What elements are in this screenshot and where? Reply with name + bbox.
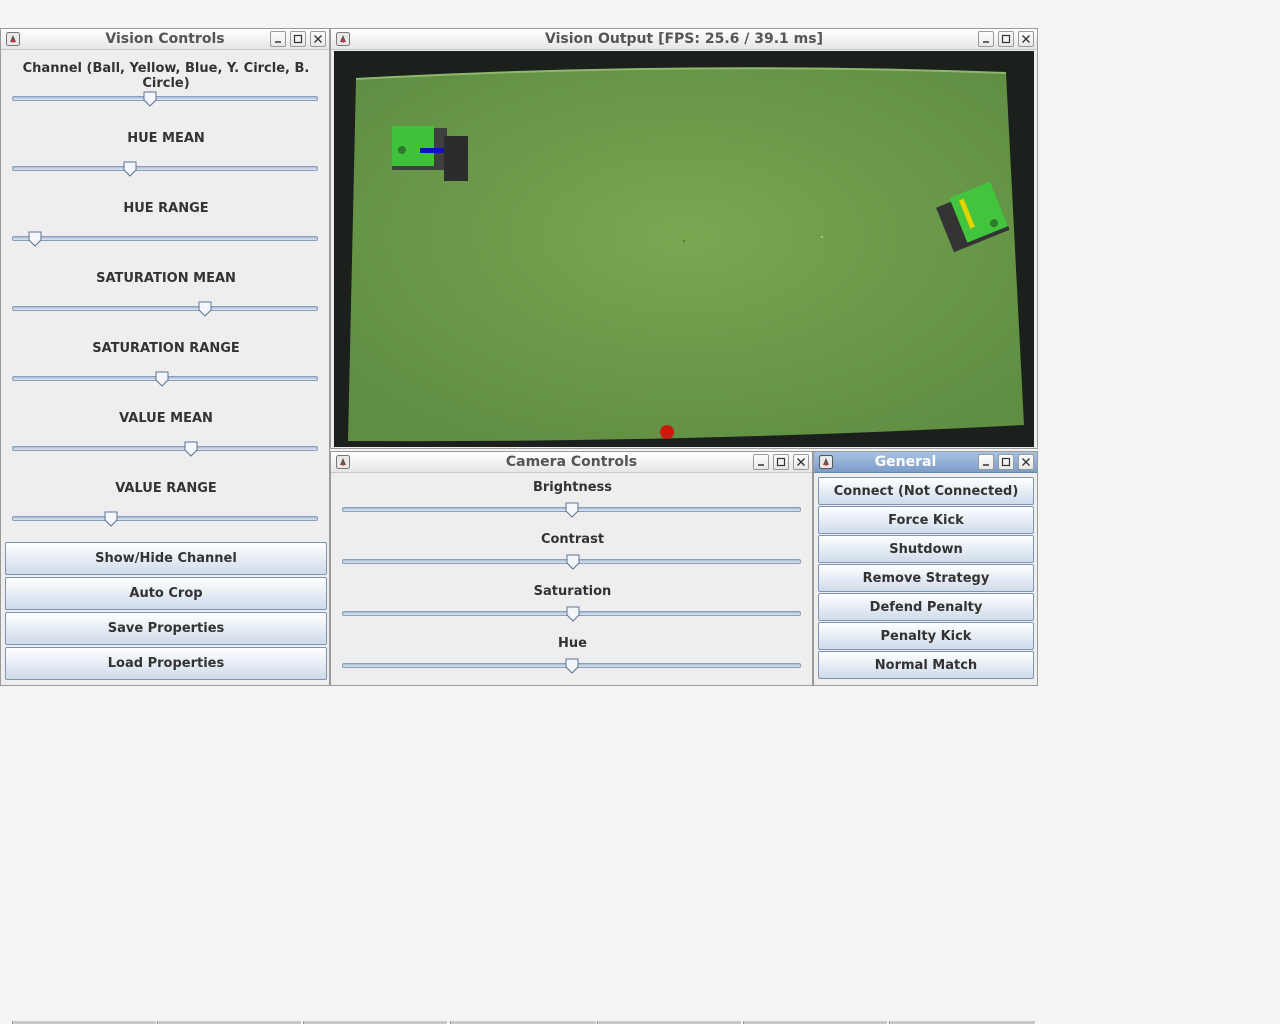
- channel-slider[interactable]: [12, 91, 318, 107]
- hue-slider[interactable]: [342, 658, 801, 674]
- close-icon[interactable]: [310, 31, 326, 47]
- maximize-icon[interactable]: [998, 454, 1014, 470]
- maximize-icon[interactable]: [290, 31, 306, 47]
- vision-controls-titlebar[interactable]: Vision Controls: [1, 29, 329, 50]
- show-hide-channel-button[interactable]: Show/Hide Channel: [5, 542, 327, 575]
- value-range-label: VALUE RANGE: [115, 481, 217, 496]
- maximize-icon[interactable]: [998, 31, 1014, 47]
- remove-strategy-button[interactable]: Remove Strategy: [818, 564, 1034, 592]
- general-titlebar[interactable]: General: [814, 452, 1037, 473]
- brightness-label: Brightness: [532, 480, 613, 495]
- contrast-slider[interactable]: [342, 554, 801, 570]
- load-properties-button[interactable]: Load Properties: [5, 647, 327, 680]
- minimize-icon[interactable]: [270, 31, 286, 47]
- save-properties-button[interactable]: Save Properties: [5, 612, 327, 645]
- saturation-range-label: SATURATION RANGE: [92, 341, 240, 356]
- channel-label: Channel (Ball, Yellow, Blue, Y. Circle, …: [22, 61, 310, 91]
- shutdown-button[interactable]: Shutdown: [818, 535, 1034, 563]
- slider-thumb[interactable]: [566, 606, 580, 622]
- minimize-icon[interactable]: [753, 454, 769, 470]
- slider-thumb[interactable]: [184, 441, 198, 457]
- slider-thumb[interactable]: [143, 91, 157, 107]
- saturation-mean-slider[interactable]: [12, 301, 318, 317]
- pitch-surface: [348, 68, 1024, 442]
- slider-thumb[interactable]: [123, 161, 137, 177]
- camera-controls-title: Camera Controls: [505, 454, 638, 470]
- slider-thumb[interactable]: [104, 511, 118, 527]
- saturation-slider[interactable]: [342, 606, 801, 622]
- force-kick-button[interactable]: Force Kick: [818, 506, 1034, 534]
- slider-thumb[interactable]: [565, 502, 579, 518]
- close-icon[interactable]: [1018, 454, 1034, 470]
- minimize-icon[interactable]: [978, 31, 994, 47]
- slider-thumb[interactable]: [155, 371, 169, 387]
- auto-crop-button[interactable]: Auto Crop: [5, 577, 327, 610]
- saturation-range-slider[interactable]: [12, 371, 318, 387]
- brightness-slider[interactable]: [342, 502, 801, 518]
- normal-match-button[interactable]: Normal Match: [818, 651, 1034, 679]
- camera-controls-window: Camera Controls Brightness Contrast Satu…: [330, 451, 813, 686]
- vision-output-titlebar[interactable]: Vision Output [FPS: 25.6 / 39.1 ms]: [331, 29, 1037, 50]
- slider-thumb[interactable]: [565, 658, 579, 674]
- vision-controls-window: Vision Controls Channel (Ball, Yellow, B…: [0, 28, 330, 686]
- general-window: General Connect (Not Connected) Force Ki…: [813, 451, 1038, 686]
- blue-marker: [420, 148, 446, 153]
- slider-thumb[interactable]: [28, 231, 42, 247]
- hue-range-label: HUE RANGE: [123, 201, 209, 216]
- saturation-label: Saturation: [533, 584, 612, 599]
- vision-output-title: Vision Output [FPS: 25.6 / 39.1 ms]: [544, 31, 823, 47]
- camera-feed[interactable]: [334, 51, 1034, 447]
- value-mean-label: VALUE MEAN: [119, 411, 213, 426]
- ball: [660, 425, 674, 439]
- penalty-kick-button[interactable]: Penalty Kick: [818, 622, 1034, 650]
- saturation-mean-label: SATURATION MEAN: [96, 271, 236, 286]
- vision-output-window: Vision Output [FPS: 25.6 / 39.1 ms]: [330, 28, 1038, 449]
- slider-thumb[interactable]: [566, 554, 580, 570]
- camera-controls-titlebar[interactable]: Camera Controls: [331, 452, 812, 473]
- value-mean-slider[interactable]: [12, 441, 318, 457]
- value-range-slider[interactable]: [12, 511, 318, 527]
- minimize-icon[interactable]: [978, 454, 994, 470]
- hue-mean-slider[interactable]: [12, 161, 318, 177]
- connect-button[interactable]: Connect (Not Connected): [818, 477, 1034, 505]
- pitch-image: [334, 51, 1034, 447]
- contrast-label: Contrast: [540, 532, 605, 547]
- defend-penalty-button[interactable]: Defend Penalty: [818, 593, 1034, 621]
- hue-label: Hue: [558, 636, 587, 651]
- hue-mean-label: HUE MEAN: [127, 131, 205, 146]
- close-icon[interactable]: [1018, 31, 1034, 47]
- slider-thumb[interactable]: [198, 301, 212, 317]
- hue-range-slider[interactable]: [12, 231, 318, 247]
